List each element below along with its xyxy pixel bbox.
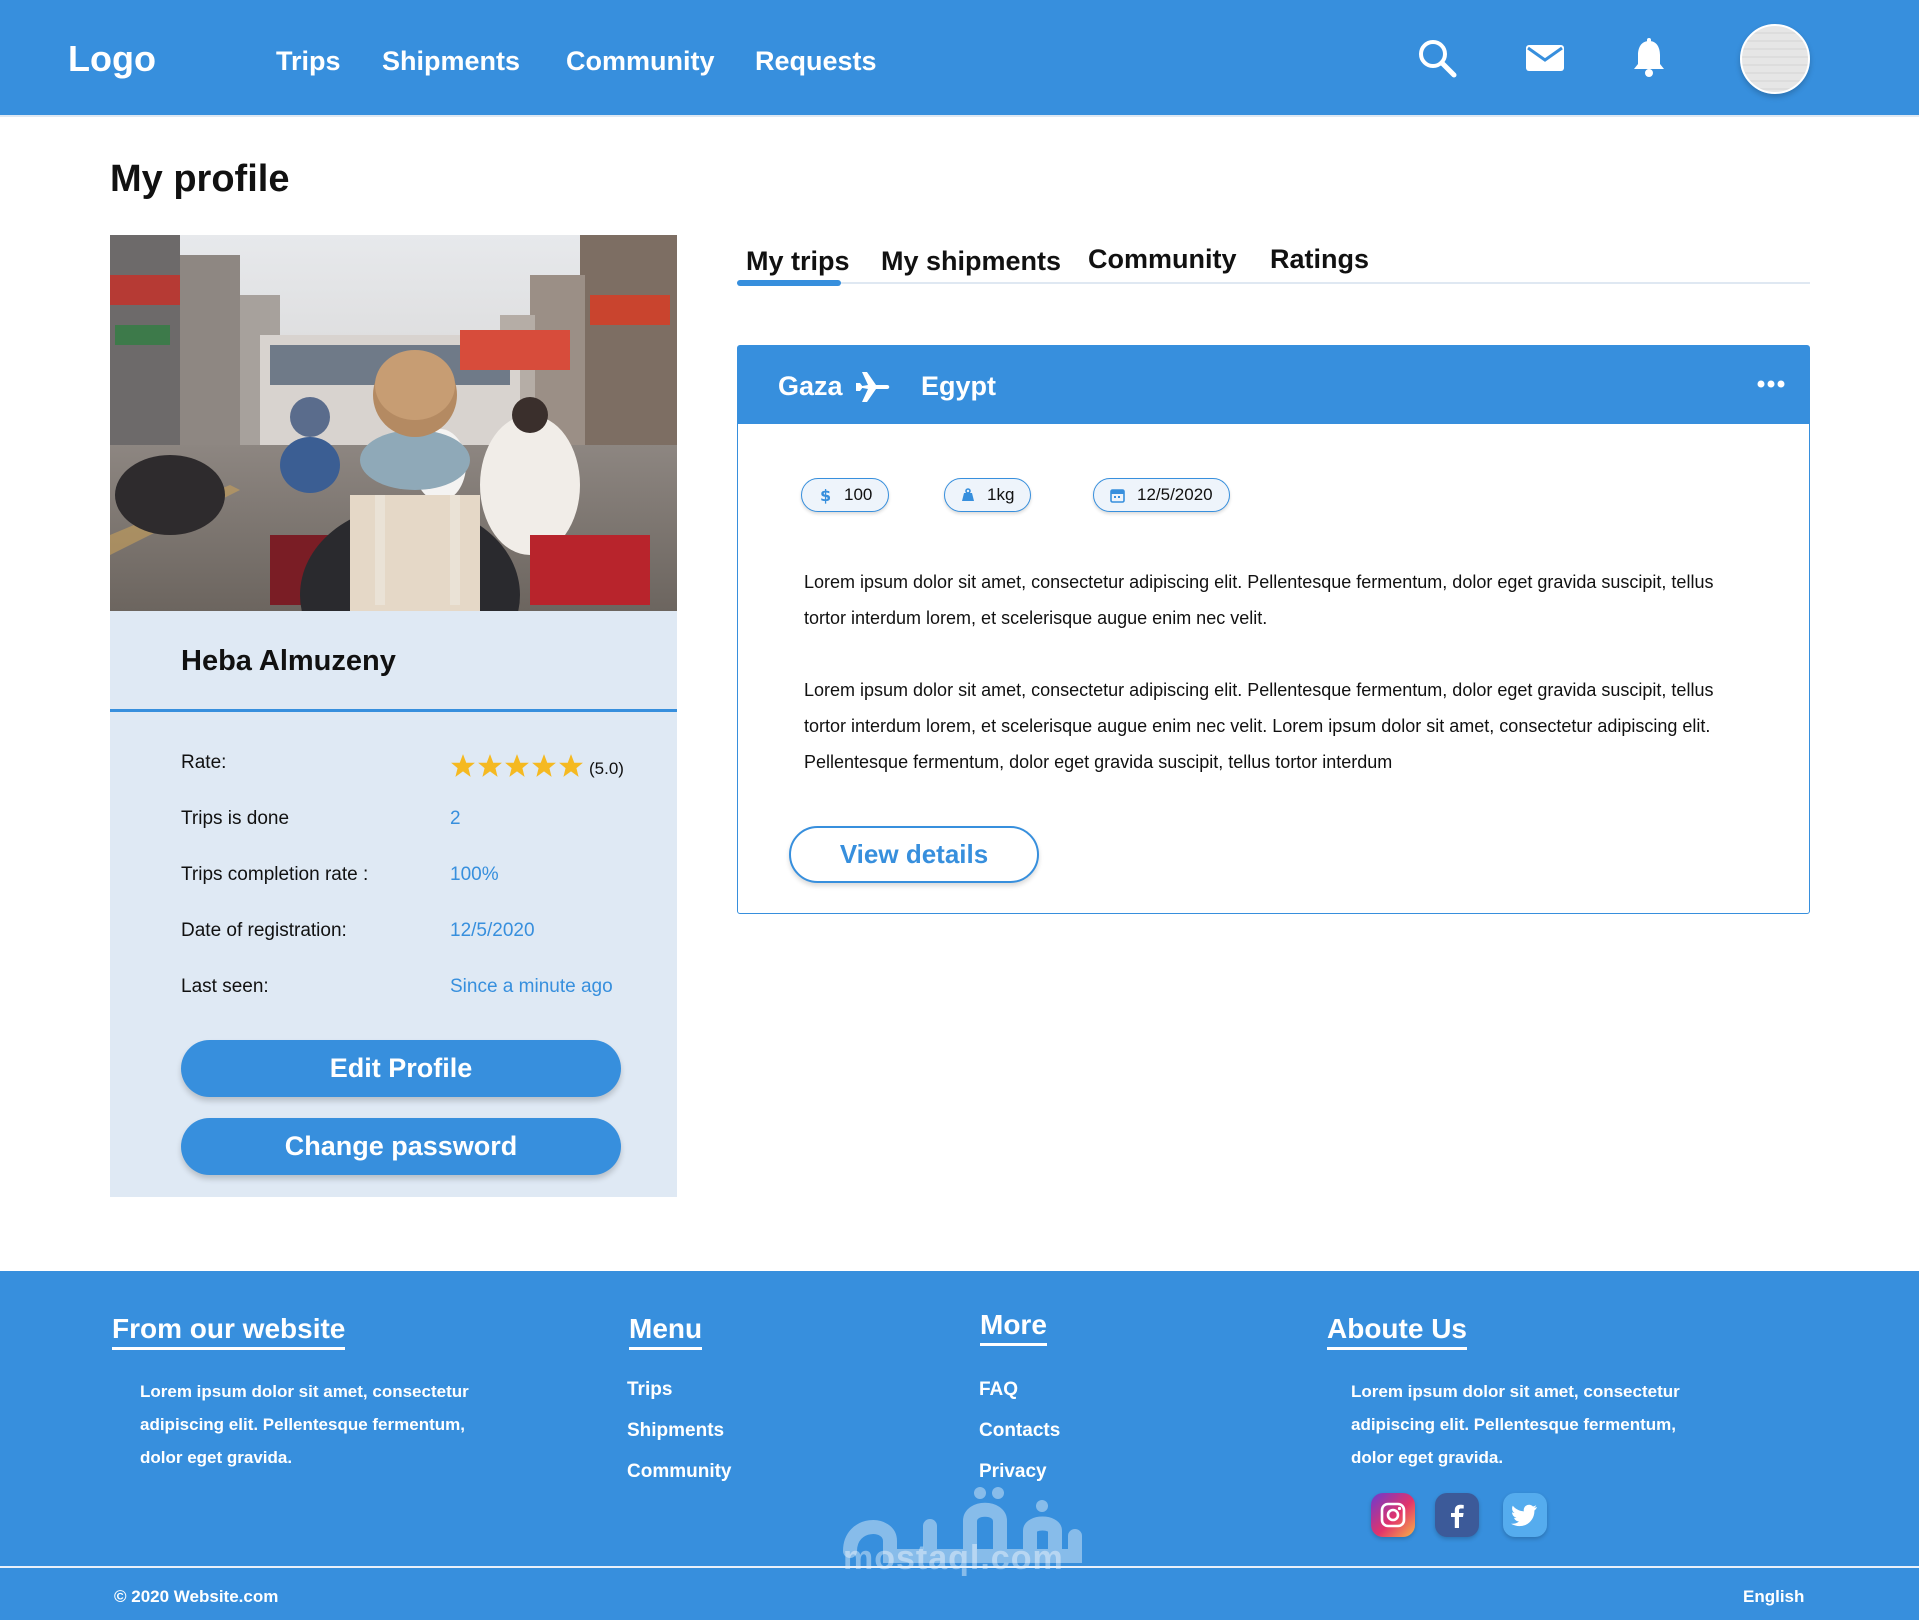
tab-bar-track: [737, 282, 1810, 284]
search-icon[interactable]: [1415, 36, 1459, 80]
footer-heading-menu: Menu: [629, 1313, 703, 1350]
change-password-button[interactable]: Change password: [181, 1118, 621, 1175]
page-title: My profile: [110, 158, 290, 200]
footer-heading-more: More: [980, 1309, 1047, 1346]
tab-ratings[interactable]: Ratings: [1270, 244, 1369, 275]
logo[interactable]: Logo: [68, 38, 156, 80]
footer-divider: [0, 1566, 1919, 1568]
profile-name: Heba Almuzeny: [181, 645, 396, 677]
trip-weight: 1kg: [987, 485, 1015, 504]
trip-card: Gaza Egypt $ 100 1kg 12/5/2020 Lorem ips…: [737, 345, 1810, 914]
airplane-icon: [856, 372, 890, 402]
star-icon: [559, 754, 583, 777]
facebook-icon[interactable]: [1435, 1493, 1479, 1537]
bell-icon[interactable]: [1627, 36, 1671, 80]
top-navbar: Logo Trips Shipments Community Requests: [0, 0, 1919, 117]
language-selector[interactable]: English: [1743, 1587, 1804, 1607]
footer-website-text: Lorem ipsum dolor sit amet, consectetur …: [140, 1382, 469, 1467]
edit-profile-button[interactable]: Edit Profile: [181, 1040, 621, 1097]
footer-heading-about: Aboute Us: [1327, 1313, 1467, 1350]
divider: [110, 709, 677, 712]
profile-photo: [110, 235, 677, 611]
footer-link-faq[interactable]: FAQ: [979, 1379, 1018, 1401]
nav-requests[interactable]: Requests: [755, 46, 877, 77]
stat-label-registration-date: Date of registration:: [181, 920, 347, 941]
tab-community[interactable]: Community: [1088, 244, 1237, 275]
tab-my-trips[interactable]: My trips: [746, 246, 850, 277]
calendar-icon: [1110, 488, 1125, 503]
dollar-icon: $: [820, 486, 831, 504]
footer-link-community[interactable]: Community: [627, 1461, 732, 1483]
trip-description-1: Lorem ipsum dolor sit amet, consectetur …: [804, 572, 1714, 628]
footer-link-contacts[interactable]: Contacts: [979, 1420, 1060, 1442]
footer-link-shipments[interactable]: Shipments: [627, 1420, 724, 1442]
rate-label: Rate:: [181, 752, 227, 773]
svg-text:$: $: [820, 486, 831, 504]
trip-origin: Gaza: [778, 371, 843, 401]
star-rating: (5.0): [450, 753, 624, 779]
watermark-text: mostaql.com: [843, 1539, 1064, 1577]
weight-icon: [962, 488, 974, 501]
star-icon: [478, 754, 502, 777]
tab-my-shipments[interactable]: My shipments: [881, 246, 1061, 277]
weight-chip: 1kg: [944, 478, 1032, 512]
tab-active-indicator: [737, 280, 841, 286]
trip-price: 100: [844, 485, 873, 504]
price-chip: $ 100: [801, 478, 890, 512]
footer-about-text: Lorem ipsum dolor sit amet, consectetur …: [1351, 1382, 1680, 1467]
instagram-icon[interactable]: [1371, 1493, 1415, 1537]
profile-card: Heba Almuzeny Rate: (5.0) Trips is done …: [110, 235, 677, 1197]
twitter-icon[interactable]: [1503, 1493, 1547, 1537]
stat-value-trips-done: 2: [450, 808, 461, 829]
copyright: © 2020 Website.com: [114, 1587, 279, 1606]
footer-link-privacy[interactable]: Privacy: [979, 1461, 1047, 1483]
mail-icon[interactable]: [1523, 36, 1567, 80]
stat-value-last-seen: Since a minute ago: [450, 976, 613, 997]
nav-community[interactable]: Community: [566, 46, 715, 77]
star-icon: [451, 754, 475, 777]
more-icon[interactable]: [1756, 374, 1786, 394]
avatar[interactable]: [1740, 24, 1810, 94]
nav-shipments[interactable]: Shipments: [382, 46, 520, 77]
star-icon: [505, 754, 529, 777]
stat-value-completion-rate: 100%: [450, 864, 499, 885]
rating-value: (5.0): [589, 759, 624, 778]
view-details-button[interactable]: View details: [789, 826, 1039, 883]
trip-card-header: Gaza Egypt: [738, 346, 1809, 424]
date-chip: 12/5/2020: [1093, 478, 1230, 512]
footer: From our website Lorem ipsum dolor sit a…: [0, 1271, 1919, 1620]
stat-value-registration-date: 12/5/2020: [450, 920, 535, 941]
trip-destination: Egypt: [921, 371, 997, 401]
stat-label-completion-rate: Trips completion rate :: [181, 864, 369, 885]
trip-date: 12/5/2020: [1137, 485, 1213, 504]
trip-description-2: Lorem ipsum dolor sit amet, consectetur …: [804, 680, 1714, 772]
stat-label-trips-done: Trips is done: [181, 808, 290, 829]
star-icon: [532, 754, 556, 777]
footer-link-trips[interactable]: Trips: [627, 1379, 672, 1401]
stat-label-last-seen: Last seen:: [181, 976, 269, 997]
footer-heading-website: From our website: [112, 1313, 346, 1350]
nav-trips[interactable]: Trips: [276, 46, 341, 77]
